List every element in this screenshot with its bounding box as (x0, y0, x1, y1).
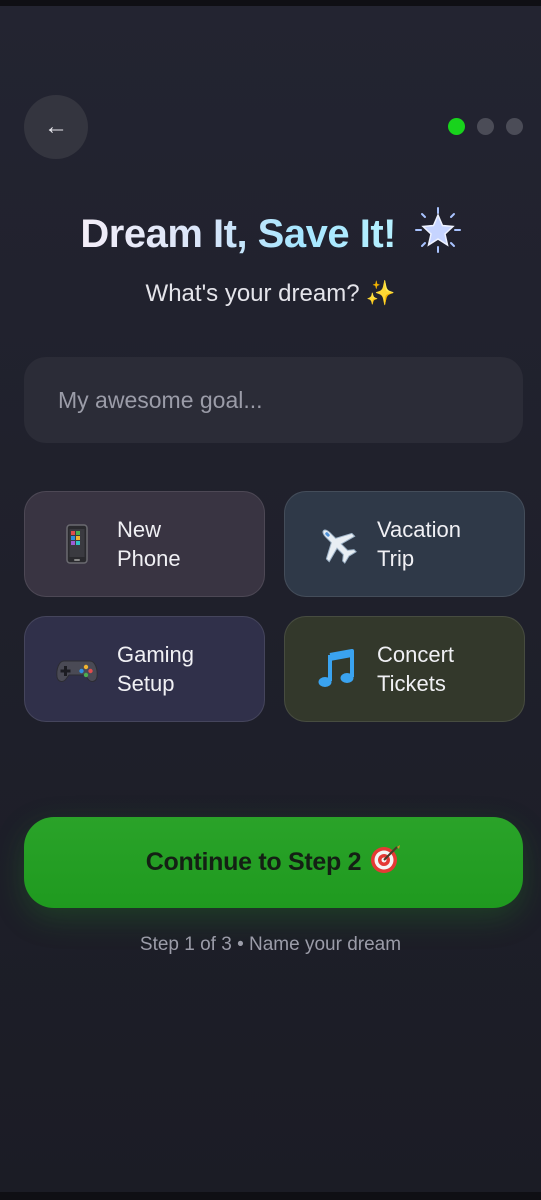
status-strip (0, 0, 541, 6)
suggestion-label: Gaming Setup (117, 642, 195, 696)
sparkles-icon: ✨ (365, 280, 396, 307)
step-indicator (448, 118, 523, 135)
step-dot-1 (448, 118, 465, 135)
bottom-strip (0, 1192, 541, 1200)
goal-name-input[interactable] (24, 357, 523, 443)
continue-button[interactable]: Continue to Step 2 (24, 817, 523, 908)
suggestion-concert-tickets[interactable]: Concert Tickets (284, 616, 525, 722)
step-caption: Step 1 of 3 • Name your dream (139, 934, 402, 955)
back-button[interactable]: ← (24, 95, 88, 159)
continue-button-label: Continue to Step 2 (145, 848, 362, 876)
suggestion-gaming-setup[interactable]: Gaming Setup (24, 616, 265, 722)
suggestion-label: New Phone (117, 517, 181, 571)
glowing-star-icon (414, 207, 461, 263)
mobile-phone-icon (55, 522, 99, 566)
page-title: Dream It, Save It! (0, 207, 541, 263)
app-screen: ← Dream It, Save It! What's your dream? … (0, 0, 541, 1200)
music-note-icon (315, 647, 359, 691)
step-dot-2 (477, 118, 494, 135)
suggestion-vacation-trip[interactable]: Vacation Trip (284, 491, 525, 597)
suggestion-label: Concert Tickets (377, 642, 455, 696)
back-arrow-icon: ← (44, 113, 68, 140)
suggestion-label: Vacation Trip (377, 517, 461, 571)
step-dot-3 (506, 118, 523, 135)
suggestion-new-phone[interactable]: New Phone (24, 491, 265, 597)
page-title-text: Dream It, Save It! (80, 212, 396, 256)
page-subtitle-text: What's your dream? (145, 280, 360, 307)
game-controller-icon (55, 647, 99, 691)
page-subtitle: What's your dream? ✨ (0, 279, 541, 308)
target-icon (369, 843, 401, 882)
airplane-icon (315, 522, 359, 566)
